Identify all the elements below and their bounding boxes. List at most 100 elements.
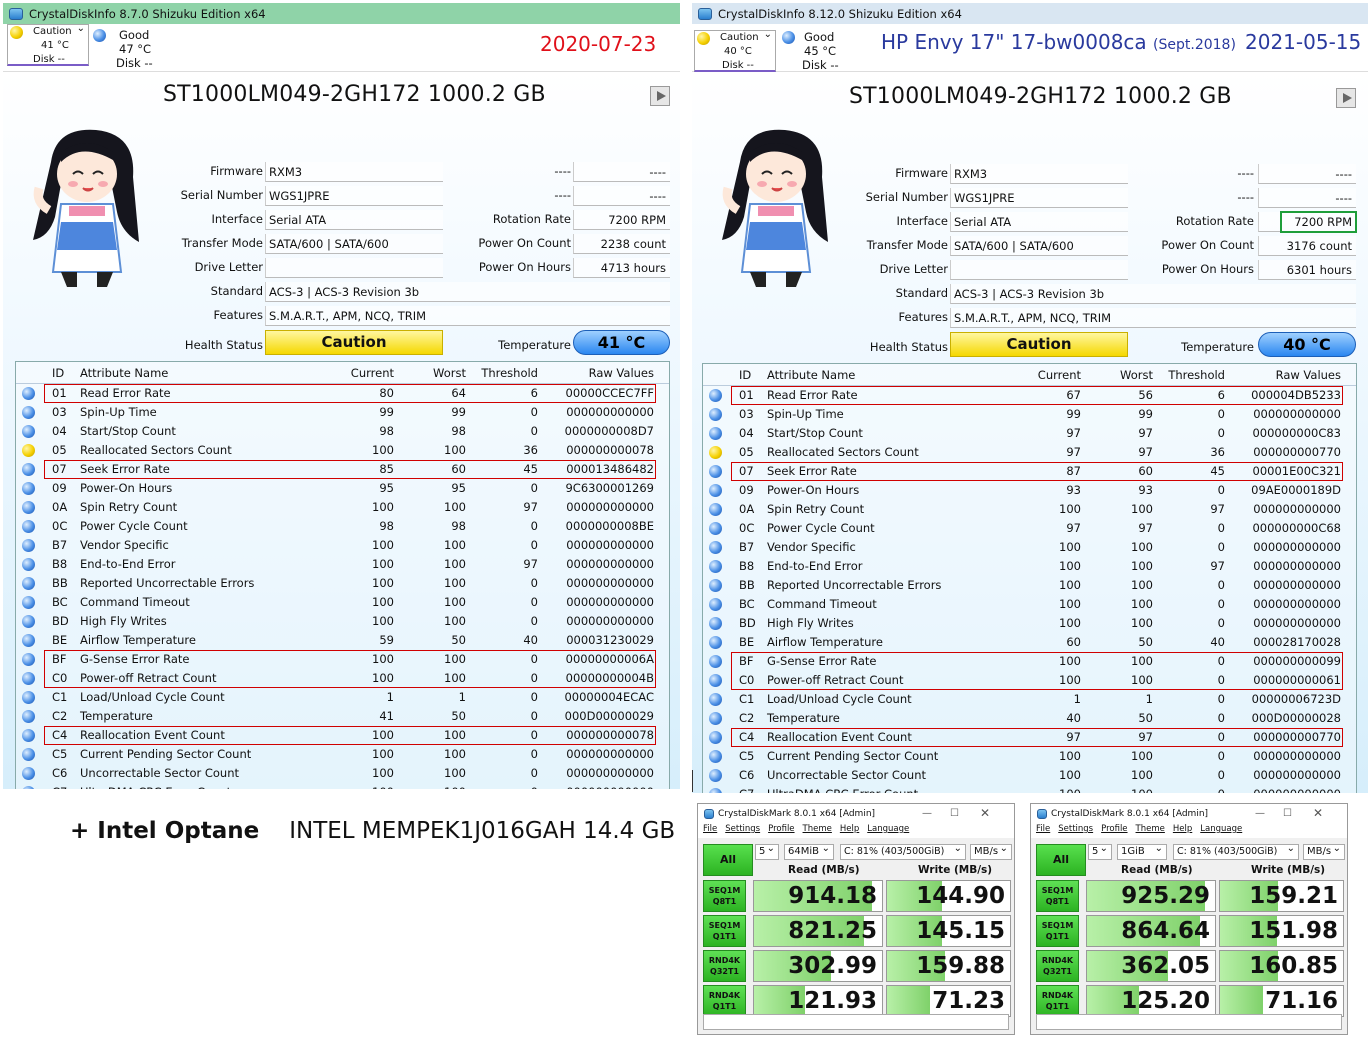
disk-tab-1[interactable]: Caution 41 °C Disk -- xyxy=(7,22,89,66)
table-row[interactable]: BB Reported Uncorrectable Errors 100 100 0 00… xyxy=(703,576,1356,595)
table-row[interactable]: BD High Fly Writes 100 100 0 000000000000 xyxy=(16,612,669,631)
table-row[interactable]: C5 Current Pending Sector Count 100 100 0 000… xyxy=(703,747,1356,766)
menu-item-settings[interactable]: Settings xyxy=(725,824,760,838)
table-row[interactable]: 01 Read Error Rate 80 64 6 00000CCEC7FF xyxy=(16,384,669,403)
comment-field[interactable] xyxy=(703,1014,1009,1030)
size-select[interactable]: 1GiB xyxy=(1117,842,1167,860)
table-row[interactable]: 07 Seek Error Rate 85 60 45 000013486482 xyxy=(16,460,669,479)
table-row[interactable]: C5 Current Pending Sector Count 100 100 0 000… xyxy=(16,745,669,764)
table-row[interactable]: BF G-Sense Error Rate 100 100 0 000000000099 xyxy=(703,652,1356,671)
column-header[interactable]: Raw Values xyxy=(544,362,654,384)
health-status-button[interactable]: Caution xyxy=(265,330,443,355)
drive-select[interactable]: C: 81% (403/500GiB) xyxy=(1173,842,1299,860)
test-button[interactable]: RND4K Q1T1 xyxy=(1036,985,1079,1017)
table-row[interactable]: C6 Uncorrectable Sector Count 100 100 0 00000… xyxy=(16,764,669,783)
test-button[interactable]: RND4K Q1T1 xyxy=(703,985,746,1017)
table-row[interactable]: B7 Vendor Specific 100 100 0 000000000000 xyxy=(703,538,1356,557)
table-row[interactable]: BC Command Timeout 100 100 0 000000000000 xyxy=(16,593,669,612)
test-button[interactable]: RND4K Q32T1 xyxy=(1036,950,1079,982)
column-header[interactable]: ID xyxy=(739,364,751,386)
column-header[interactable]: Worst xyxy=(1093,364,1153,386)
table-row[interactable]: BD High Fly Writes 100 100 0 000000000000 xyxy=(703,614,1356,633)
column-header[interactable]: ID xyxy=(52,362,64,384)
table-row[interactable]: C2 Temperature 41 50 0 000D00000029 xyxy=(16,707,669,726)
minimize-icon[interactable]: — xyxy=(922,808,932,819)
table-row[interactable]: C4 Reallocation Event Count 97 97 0 000000000… xyxy=(703,728,1356,747)
column-header[interactable]: Current xyxy=(334,362,394,384)
column-header[interactable]: Raw Values xyxy=(1231,364,1341,386)
table-row[interactable]: C7UltraDMA CRC Error Count10010000000000… xyxy=(16,783,669,789)
menu-item-language[interactable]: Language xyxy=(867,824,909,838)
test-button[interactable]: SEQ1M Q1T1 xyxy=(1036,915,1079,947)
menu-item-help[interactable]: Help xyxy=(840,824,859,838)
table-row[interactable]: 0A Spin Retry Count 100 100 97 000000000000 xyxy=(703,500,1356,519)
comment-field[interactable] xyxy=(1036,1014,1342,1030)
title-bar[interactable]: CrystalDiskInfo 8.7.0 Shizuku Edition x6… xyxy=(3,3,680,24)
menu-item-profile[interactable]: Profile xyxy=(768,824,794,838)
close-icon[interactable]: ✕ xyxy=(1313,806,1323,820)
next-disk-button[interactable] xyxy=(1336,88,1356,108)
table-row[interactable]: 03 Spin-Up Time 99 99 0 000000000000 xyxy=(16,403,669,422)
table-row[interactable]: C2 Temperature 40 50 0 000D00000028 xyxy=(703,709,1356,728)
table-row[interactable]: C0 Power-off Retract Count 100 100 0 00000000… xyxy=(16,669,669,688)
table-row[interactable]: 0C Power Cycle Count 98 98 0 0000000008BE xyxy=(16,517,669,536)
menu-item-file[interactable]: File xyxy=(1036,824,1050,838)
table-row[interactable]: C6 Uncorrectable Sector Count 100 100 0 00000… xyxy=(703,766,1356,785)
title-bar[interactable]: CrystalDiskInfo 8.12.0 Shizuku Edition x… xyxy=(692,3,1368,24)
maximize-icon[interactable]: ☐ xyxy=(1283,808,1292,819)
test-button[interactable]: SEQ1M Q1T1 xyxy=(703,915,746,947)
disk-tab-2[interactable]: Good 45 °C Disk -- xyxy=(780,30,862,72)
table-row[interactable]: 09 Power-On Hours 95 95 0 9C6300001269 xyxy=(16,479,669,498)
table-row[interactable]: 04 Start/Stop Count 98 98 0 0000000008D7 xyxy=(16,422,669,441)
table-row[interactable]: B7 Vendor Specific 100 100 0 000000000000 xyxy=(16,536,669,555)
column-header[interactable]: Current xyxy=(1021,364,1081,386)
count-select[interactable]: 5 xyxy=(755,842,779,860)
next-disk-button[interactable] xyxy=(650,86,670,106)
menu-item-settings[interactable]: Settings xyxy=(1058,824,1093,838)
table-row[interactable]: C7UltraDMA CRC Error Count10010000000000… xyxy=(703,785,1356,793)
menu-item-file[interactable]: File xyxy=(703,824,717,838)
title-bar[interactable]: CrystalDiskMark 8.0.1 x64 [Admin] — ☐ ✕ xyxy=(698,804,1014,824)
maximize-icon[interactable]: ☐ xyxy=(950,808,959,819)
menu-item-theme[interactable]: Theme xyxy=(1136,824,1165,838)
column-header[interactable]: Threshold xyxy=(1165,364,1225,386)
table-row[interactable]: 07 Seek Error Rate 87 60 45 00001E00C321 xyxy=(703,462,1356,481)
table-row[interactable]: C0 Power-off Retract Count 100 100 0 00000000… xyxy=(703,671,1356,690)
menu-item-profile[interactable]: Profile xyxy=(1101,824,1127,838)
menu-item-theme[interactable]: Theme xyxy=(803,824,832,838)
table-row[interactable]: 01 Read Error Rate 67 56 6 000004DB5233 xyxy=(703,386,1356,405)
menu-item-language[interactable]: Language xyxy=(1200,824,1242,838)
unit-select[interactable]: MB/s xyxy=(970,842,1012,860)
test-button[interactable]: SEQ1M Q8T1 xyxy=(1036,880,1079,912)
table-row[interactable]: BC Command Timeout 100 100 0 000000000000 xyxy=(703,595,1356,614)
disk-tab-1[interactable]: Caution 40 °C Disk -- xyxy=(694,28,776,72)
health-status-button[interactable]: Caution xyxy=(950,332,1128,357)
table-row[interactable]: BE Airflow Temperature 59 50 40 000031230029 xyxy=(16,631,669,650)
table-row[interactable]: 04 Start/Stop Count 97 97 0 000000000C83 xyxy=(703,424,1356,443)
column-header[interactable]: Attribute Name xyxy=(767,364,855,386)
size-select[interactable]: 64MiB xyxy=(784,842,834,860)
table-row[interactable]: BF G-Sense Error Rate 100 100 0 00000000006A xyxy=(16,650,669,669)
table-row[interactable]: 05 Reallocated Sectors Count 100 100 36 00000… xyxy=(16,441,669,460)
table-row[interactable]: 05 Reallocated Sectors Count 97 97 36 0000000… xyxy=(703,443,1356,462)
disk-tab-2[interactable]: Good 47 °C Disk -- xyxy=(91,28,173,70)
table-row[interactable]: 0A Spin Retry Count 100 100 97 000000000000 xyxy=(16,498,669,517)
drive-select[interactable]: C: 81% (403/500GiB) xyxy=(840,842,966,860)
test-button[interactable]: RND4K Q32T1 xyxy=(703,950,746,982)
count-select[interactable]: 5 xyxy=(1088,842,1112,860)
table-row[interactable]: 0C Power Cycle Count 97 97 0 000000000C68 xyxy=(703,519,1356,538)
table-row[interactable]: C1 Load/Unload Cycle Count 1 1 0 00000006723D xyxy=(703,690,1356,709)
menu-item-help[interactable]: Help xyxy=(1173,824,1192,838)
table-row[interactable]: B8 End-to-End Error 100 100 97 000000000000 xyxy=(16,555,669,574)
table-row[interactable]: 03 Spin-Up Time 99 99 0 000000000000 xyxy=(703,405,1356,424)
column-header[interactable]: Attribute Name xyxy=(80,362,168,384)
minimize-icon[interactable]: — xyxy=(1255,808,1265,819)
test-button[interactable]: SEQ1M Q8T1 xyxy=(703,880,746,912)
title-bar[interactable]: CrystalDiskMark 8.0.1 x64 [Admin] — ☐ ✕ xyxy=(1031,804,1347,824)
table-row[interactable]: C1 Load/Unload Cycle Count 1 1 0 00000004ECAC xyxy=(16,688,669,707)
column-header[interactable]: Worst xyxy=(406,362,466,384)
column-header[interactable]: Threshold xyxy=(478,362,538,384)
unit-select[interactable]: MB/s xyxy=(1303,842,1345,860)
table-row[interactable]: BB Reported Uncorrectable Errors 100 100 0 00… xyxy=(16,574,669,593)
table-row[interactable]: C4 Reallocation Event Count 100 100 0 0000000… xyxy=(16,726,669,745)
